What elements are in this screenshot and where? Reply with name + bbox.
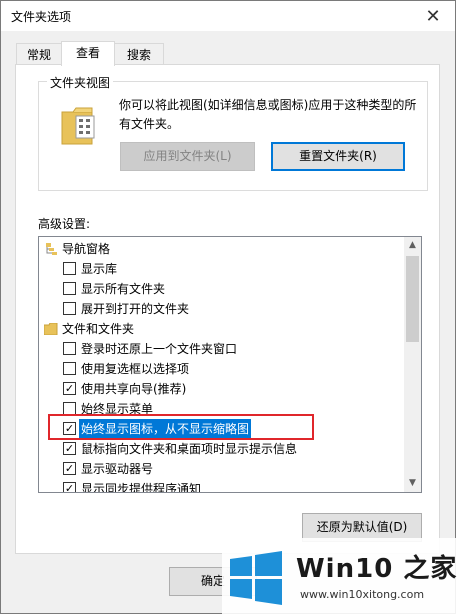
checkbox[interactable] bbox=[63, 262, 76, 275]
view-tab-panel: 文件夹视图 你可以将此视图(如详细信息或图标)应用于这种类型的所有文件夹。 应用… bbox=[15, 64, 440, 554]
tab-view[interactable]: 查看 bbox=[61, 41, 115, 66]
folder-views-group: 文件夹视图 你可以将此视图(如详细信息或图标)应用于这种类型的所有文件夹。 应用… bbox=[38, 74, 428, 191]
watermark-title: Win10 之家 bbox=[296, 554, 458, 584]
tab-search[interactable]: 搜索 bbox=[114, 43, 164, 65]
folder-views-description: 你可以将此视图(如详细信息或图标)应用于这种类型的所有文件夹。 bbox=[119, 98, 417, 131]
checkbox-checked[interactable]: ✓ bbox=[63, 482, 76, 492]
scroll-up-icon[interactable]: ▲ bbox=[404, 237, 421, 254]
checkbox[interactable] bbox=[63, 362, 76, 375]
folder-view-icon bbox=[61, 107, 95, 145]
folder-icon bbox=[44, 323, 58, 335]
reset-folders-button[interactable]: 重置文件夹(R) bbox=[271, 142, 405, 171]
close-icon[interactable]: ✕ bbox=[411, 1, 455, 31]
navigation-pane-icon bbox=[46, 243, 57, 255]
windows-logo-icon bbox=[230, 551, 282, 605]
folder-options-dialog: 文件夹选项 ✕ 常规 查看 搜索 文件夹视图 你可以将此视图(如详细信息或图标)… bbox=[0, 0, 456, 614]
advanced-settings-label: 高级设置: bbox=[38, 217, 91, 231]
watermark-url: www.win10xitong.com bbox=[300, 588, 425, 601]
checkbox[interactable] bbox=[63, 342, 76, 355]
checkbox[interactable] bbox=[63, 282, 76, 295]
title-bar: 文件夹选项 ✕ bbox=[1, 1, 455, 31]
checkbox-checked[interactable]: ✓ bbox=[63, 422, 76, 435]
checkbox-checked[interactable]: ✓ bbox=[63, 442, 76, 455]
checkbox-checked[interactable]: ✓ bbox=[63, 382, 76, 395]
checkbox-checked[interactable]: ✓ bbox=[63, 462, 76, 475]
folder-views-legend: 文件夹视图 bbox=[47, 74, 114, 91]
checkbox[interactable] bbox=[63, 402, 76, 415]
vertical-scrollbar[interactable]: ▲ ▼ bbox=[404, 237, 421, 492]
apply-to-folders-button[interactable]: 应用到文件夹(L) bbox=[120, 142, 255, 171]
checkbox[interactable] bbox=[63, 302, 76, 315]
dialog-title: 文件夹选项 bbox=[11, 10, 72, 24]
tab-general[interactable]: 常规 bbox=[16, 43, 62, 65]
scroll-down-icon[interactable]: ▼ bbox=[404, 475, 421, 492]
advanced-settings-list[interactable]: 导航窗格 显示库 显示所有文件夹 展开到打开的文件夹 文件和文件夹 登录时还原上… bbox=[38, 236, 422, 493]
watermark: Win10 之家 www.win10xitong.com bbox=[222, 538, 458, 614]
scroll-thumb[interactable] bbox=[406, 256, 419, 342]
